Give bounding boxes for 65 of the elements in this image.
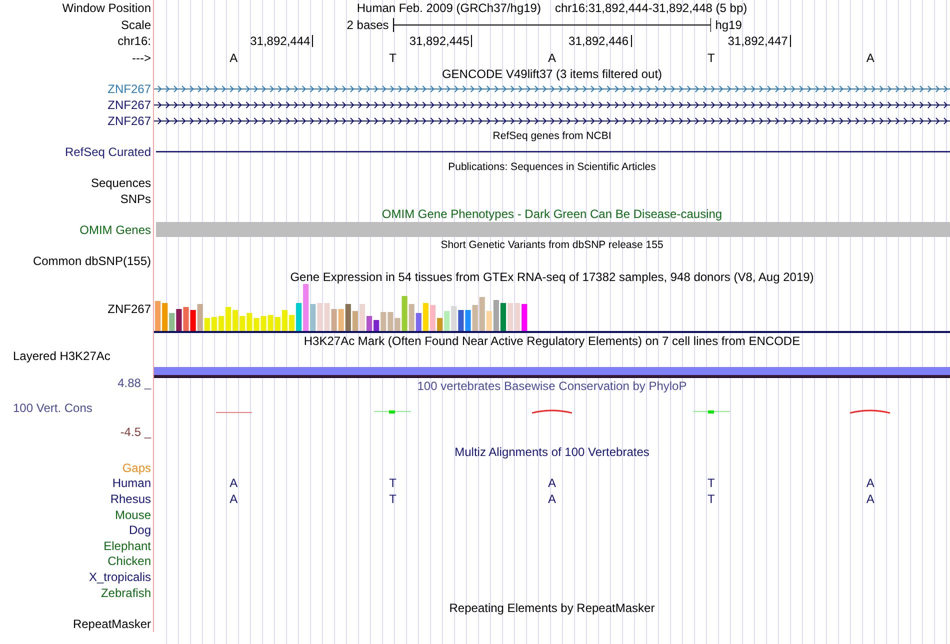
track-label: Layered H3K27Ac (13, 350, 110, 362)
track-label: ZNF267 (108, 98, 151, 111)
track-label: Gaps (122, 462, 151, 474)
track-label: Sequences (90, 176, 151, 189)
track-label: Dog (128, 524, 151, 536)
track-title: RefSeq genes from NCBI (492, 130, 612, 142)
conservation-mark (532, 409, 572, 414)
track-label: Zebrafish (100, 586, 151, 599)
base-letter: A (866, 477, 874, 490)
track-label: RepeatMasker (72, 618, 151, 630)
track-label: OMIM Genes (80, 224, 151, 236)
track-title: Repeating Elements by RepeatMasker (449, 602, 655, 614)
track-label: Common dbSNP(155) (32, 254, 151, 267)
row-label: chr16: (118, 35, 151, 48)
track-label: RefSeq Curated (64, 146, 151, 158)
base-letter: T (708, 492, 715, 505)
base-letter: A (548, 477, 556, 490)
track-label: ZNF267 (108, 114, 151, 127)
base-letter: T (389, 492, 396, 505)
conservation-mark (692, 410, 730, 414)
track-label: SNPs (120, 192, 151, 205)
track-title: Short Genetic Variants from dbSNP release 155 (440, 240, 664, 251)
track-title: H3K27Ac Mark (Often Found Near Active Regulatory Elements) on 7 cell lines from ENCODE (304, 334, 800, 347)
track-label: Chicken (108, 555, 151, 568)
track-title: Publications: Sequences in Scientific Articles (448, 162, 656, 173)
track-label: ZNF267 (108, 83, 151, 96)
axis-max-label: 4.88 _ (116, 377, 151, 390)
track-title: 100 vertebrates Basewise Conservation by PhyloP (417, 378, 687, 392)
base-letter: A (866, 52, 874, 64)
base-letter: A (866, 492, 874, 505)
track-title: OMIM Gene Phenotypes - Dark Green Can Be Disease-causing (382, 208, 722, 220)
base-letter: A (230, 52, 238, 64)
base-letter: A (230, 492, 238, 505)
base-letter: A (230, 477, 238, 490)
ruler-position: 31,892,444 (250, 35, 314, 48)
ruler-position: 31,892,445 (409, 35, 472, 48)
region-title: chr16:31,892,444-31,892,448 (5 bp) (554, 2, 748, 14)
track-label: Rhesus (110, 492, 151, 505)
track-title: GENCODE V49lift37 (3 items filtered out) (442, 68, 662, 80)
track-title: Multiz Alignments of 100 Vertebrates (454, 446, 650, 458)
base-letter: A (548, 492, 556, 505)
track-title: Gene Expression in 54 tissues from GTEx RNA-seq of 17382 samples, 948 donors (V8, Aug 2019) (290, 270, 814, 283)
ruler-position: 31,892,446 (568, 35, 632, 48)
row-label: Window Position (62, 2, 151, 14)
scale-text: 2 bases (346, 18, 390, 31)
conservation-mark (850, 409, 890, 414)
row-label: ---> (132, 52, 151, 64)
assembly-title: Human Feb. 2009 (GRCh37/hg19) (356, 2, 541, 14)
base-letter: T (389, 477, 396, 490)
conservation-mark (374, 410, 412, 414)
base-letter: T (708, 52, 715, 64)
axis-min-label: -4.5 _ (119, 426, 151, 438)
track-label: X_tropicalis (88, 570, 151, 583)
track-label: Human (112, 477, 151, 490)
ruler-position: 31,892,447 (728, 35, 791, 48)
track-label: ZNF267 (108, 302, 151, 315)
track-label: 100 Vert. Cons (12, 402, 94, 414)
track-label: Elephant (104, 540, 151, 552)
conservation-mark (216, 410, 252, 414)
scale-assembly: hg19 (714, 18, 743, 31)
base-letter: A (548, 52, 556, 64)
row-label: Scale (120, 18, 151, 31)
base-letter: T (708, 477, 715, 490)
base-letter: T (389, 52, 396, 64)
track-label: Mouse (114, 508, 151, 521)
